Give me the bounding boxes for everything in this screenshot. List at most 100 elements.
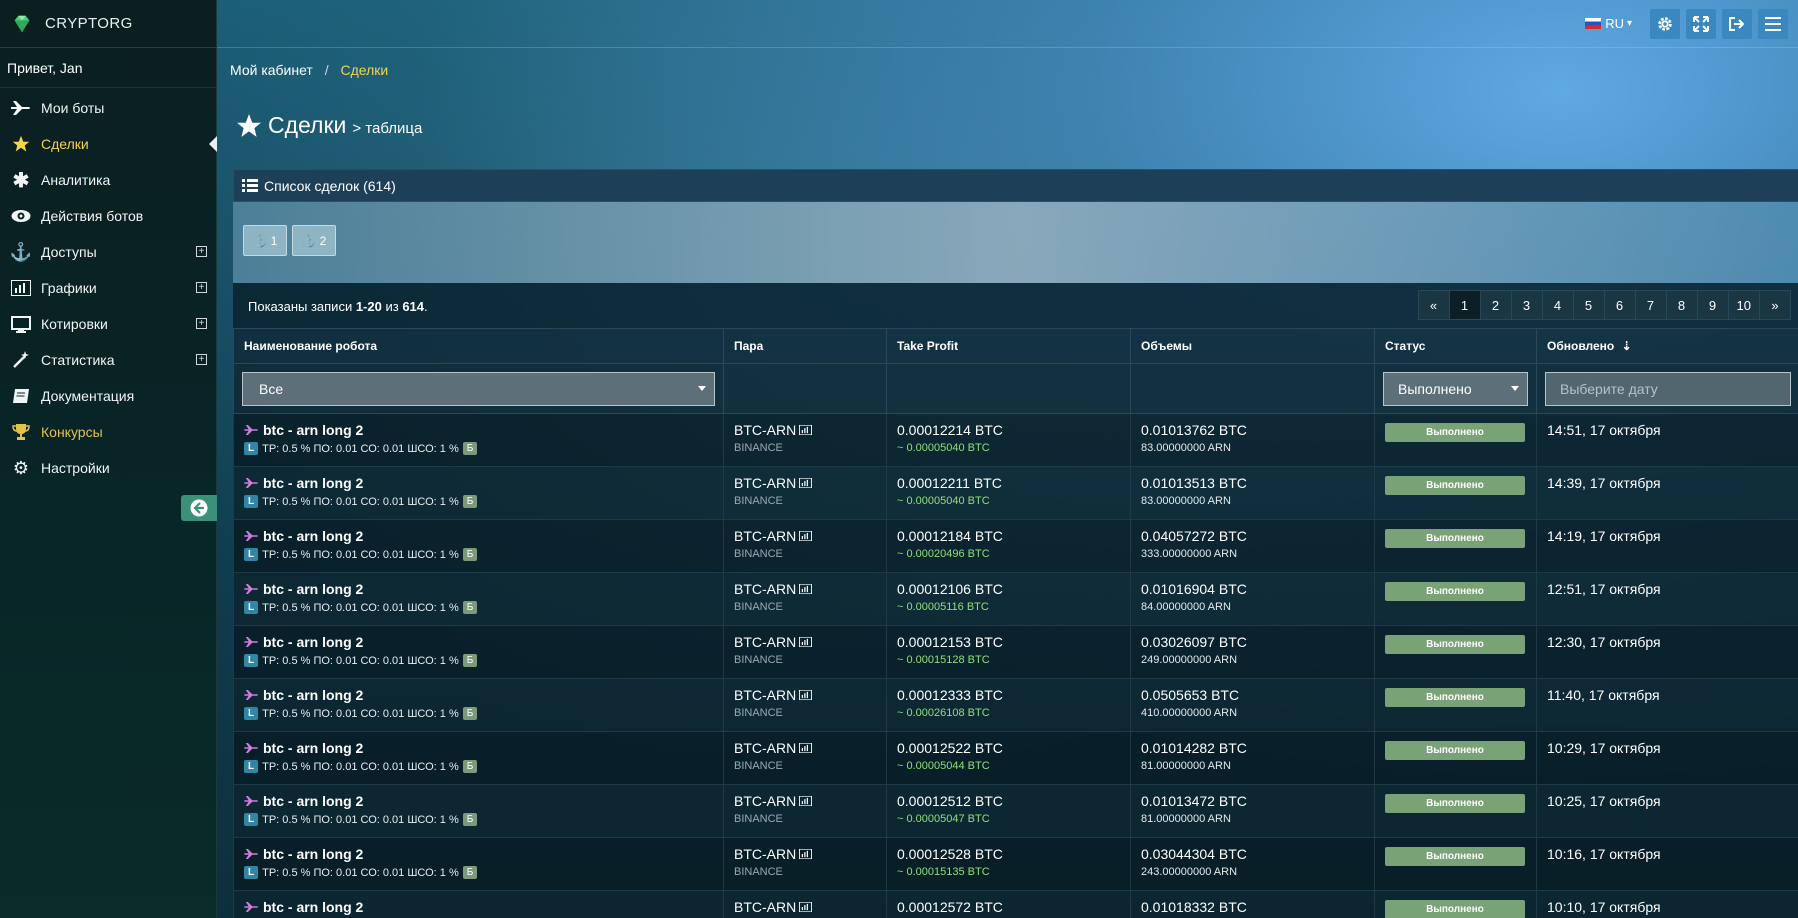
- table-row[interactable]: btc - arn long 2 L TP: 0.5 % ПО: 0.01 СО…: [233, 731, 1798, 785]
- bar-chart-icon[interactable]: [799, 796, 813, 806]
- cell-robot: btc - arn long 2 L TP: 0.5 % ПО: 0.01 СО…: [233, 625, 724, 679]
- pair-link[interactable]: BTC-ARN: [734, 793, 796, 809]
- pair-link[interactable]: BTC-ARN: [734, 687, 796, 703]
- table-row[interactable]: btc - arn long 2 L TP: 0.5 % ПО: 0.01 СО…: [233, 572, 1798, 626]
- bar-chart-icon[interactable]: [799, 584, 813, 594]
- cell-take-profit: 0.00012153 BTC ~ 0.00015128 BTC: [886, 625, 1131, 679]
- pagination-item[interactable]: 2: [1479, 290, 1512, 320]
- bot-name-link[interactable]: btc - arn long 2: [263, 528, 363, 544]
- table-row[interactable]: btc - arn long 2 L TP: 0.5 % ПО: 0.01 СО…: [233, 413, 1798, 467]
- bar-chart-icon[interactable]: [799, 478, 813, 488]
- language-selector[interactable]: RU ▾: [1585, 16, 1632, 31]
- date-filter-input[interactable]: Выберите дату: [1545, 371, 1791, 406]
- pair-link[interactable]: BTC-ARN: [734, 581, 796, 597]
- pagination-item[interactable]: 6: [1603, 290, 1636, 320]
- sidebar-item-bot-actions[interactable]: Действия ботов: [0, 198, 216, 234]
- sidebar-item-deals[interactable]: Сделки: [0, 126, 217, 162]
- bot-name-link[interactable]: btc - arn long 2: [263, 740, 363, 756]
- brand[interactable]: CRYPTORG: [0, 0, 216, 48]
- bar-chart-icon[interactable]: [799, 743, 813, 753]
- table-row[interactable]: btc - arn long 2 L TP: 0.5 % ПО: 0.01 СО…: [233, 625, 1798, 679]
- settings-button[interactable]: [1650, 8, 1680, 39]
- account-filter-button-1[interactable]: ⚓ 1: [243, 225, 287, 256]
- column-header-volumes[interactable]: Объемы: [1130, 328, 1375, 364]
- sidebar-item-docs[interactable]: Документация: [0, 378, 216, 414]
- sidebar-item-access[interactable]: ⚓ Доступы +: [0, 234, 216, 270]
- asterisk-icon: ✱: [12, 169, 30, 192]
- bot-name-link[interactable]: btc - arn long 2: [263, 793, 363, 809]
- sidebar-collapse-button[interactable]: [181, 495, 217, 521]
- bar-chart-icon[interactable]: [799, 425, 813, 435]
- bot-name-link[interactable]: btc - arn long 2: [263, 581, 363, 597]
- pagination-item[interactable]: 3: [1510, 290, 1543, 320]
- account-filter-button-2[interactable]: ⚓ 2: [292, 225, 336, 256]
- active-caret-icon: [209, 136, 217, 152]
- expand-icon[interactable]: +: [196, 354, 207, 365]
- bot-name-link[interactable]: btc - arn long 2: [263, 899, 363, 915]
- menu-button[interactable]: [1758, 8, 1788, 39]
- bar-chart-icon[interactable]: [799, 531, 813, 541]
- pair-link[interactable]: BTC-ARN: [734, 899, 796, 915]
- sidebar-item-statistics[interactable]: Статистика +: [0, 342, 216, 378]
- dropdown-arrow-icon: [698, 385, 706, 391]
- sidebar-item-my-bots[interactable]: Мои боты: [0, 90, 216, 126]
- bar-chart-icon[interactable]: [799, 690, 813, 700]
- plane-icon: [244, 531, 258, 541]
- column-header-status[interactable]: Статус: [1374, 328, 1537, 364]
- cell-updated: 12:30, 17 октября: [1536, 625, 1798, 679]
- pagination-item[interactable]: «: [1417, 290, 1450, 320]
- breadcrumb-home-link[interactable]: Мой кабинет: [230, 62, 313, 78]
- bot-name-link[interactable]: btc - arn long 2: [263, 475, 363, 491]
- bot-name-link[interactable]: btc - arn long 2: [263, 846, 363, 862]
- pair-link[interactable]: BTC-ARN: [734, 846, 796, 862]
- sidebar-item-analytics[interactable]: ✱ Аналитика: [0, 162, 216, 198]
- fullscreen-button[interactable]: [1686, 8, 1716, 39]
- cell-updated: 10:16, 17 октября: [1536, 837, 1798, 891]
- cell-updated: 12:51, 17 октября: [1536, 572, 1798, 626]
- status-filter-select[interactable]: Выполнено: [1383, 371, 1528, 406]
- column-header-robot[interactable]: Наименование робота: [233, 328, 724, 364]
- bot-params: TP: 0.5 % ПО: 0.01 СО: 0.01 ШСО: 1 %: [262, 442, 459, 455]
- pagination-item[interactable]: 7: [1634, 290, 1667, 320]
- sidebar-item-quotes[interactable]: Котировки +: [0, 306, 216, 342]
- pagination-item[interactable]: 1: [1448, 290, 1481, 320]
- bar-chart-icon[interactable]: [799, 637, 813, 647]
- sidebar-item-charts[interactable]: Графики +: [0, 270, 216, 306]
- pair-link[interactable]: BTC-ARN: [734, 528, 796, 544]
- bot-name-link[interactable]: btc - arn long 2: [263, 634, 363, 650]
- column-header-tp[interactable]: Take Profit: [886, 328, 1131, 364]
- column-header-updated[interactable]: Обновлено ⇣: [1536, 328, 1798, 364]
- pagination-item[interactable]: 8: [1665, 290, 1698, 320]
- expand-icon[interactable]: +: [196, 318, 207, 329]
- table-row[interactable]: btc - arn long 2 L TP: 0.5 % ПО: 0.01 СО…: [233, 890, 1798, 918]
- pagination-item[interactable]: 10: [1727, 290, 1760, 320]
- sidebar-item-contests[interactable]: Конкурсы: [0, 414, 216, 450]
- sidebar-item-settings[interactable]: ⚙ Настройки: [0, 450, 216, 486]
- logout-button[interactable]: [1722, 8, 1752, 39]
- table-row[interactable]: btc - arn long 2 L TP: 0.5 % ПО: 0.01 СО…: [233, 678, 1798, 732]
- arrow-left-circle-icon: [190, 499, 208, 517]
- pagination-item[interactable]: 5: [1572, 290, 1605, 320]
- column-header-pair[interactable]: Пара: [723, 328, 887, 364]
- pair-link[interactable]: BTC-ARN: [734, 422, 796, 438]
- bar-chart-icon[interactable]: [799, 902, 813, 912]
- status-badge: Выполнено: [1385, 741, 1525, 760]
- pair-link[interactable]: BTC-ARN: [734, 634, 796, 650]
- bot-name-link[interactable]: btc - arn long 2: [263, 687, 363, 703]
- table-row[interactable]: btc - arn long 2 L TP: 0.5 % ПО: 0.01 СО…: [233, 519, 1798, 573]
- gears-icon: ⚙: [12, 457, 30, 478]
- pagination-item[interactable]: 9: [1696, 290, 1729, 320]
- pair-link[interactable]: BTC-ARN: [734, 740, 796, 756]
- table-row[interactable]: btc - arn long 2 L TP: 0.5 % ПО: 0.01 СО…: [233, 837, 1798, 891]
- pagination-item[interactable]: 4: [1541, 290, 1574, 320]
- pagination-item[interactable]: »: [1759, 290, 1791, 320]
- robot-filter-select[interactable]: Все: [242, 371, 715, 406]
- table-row[interactable]: btc - arn long 2 L TP: 0.5 % ПО: 0.01 СО…: [233, 466, 1798, 520]
- expand-icon[interactable]: +: [196, 282, 207, 293]
- bar-chart-icon[interactable]: [799, 849, 813, 859]
- bot-name-link[interactable]: btc - arn long 2: [263, 422, 363, 438]
- pair-link[interactable]: BTC-ARN: [734, 475, 796, 491]
- records-prefix: Показаны записи: [248, 299, 356, 314]
- expand-icon[interactable]: +: [196, 246, 207, 257]
- table-row[interactable]: btc - arn long 2 L TP: 0.5 % ПО: 0.01 СО…: [233, 784, 1798, 838]
